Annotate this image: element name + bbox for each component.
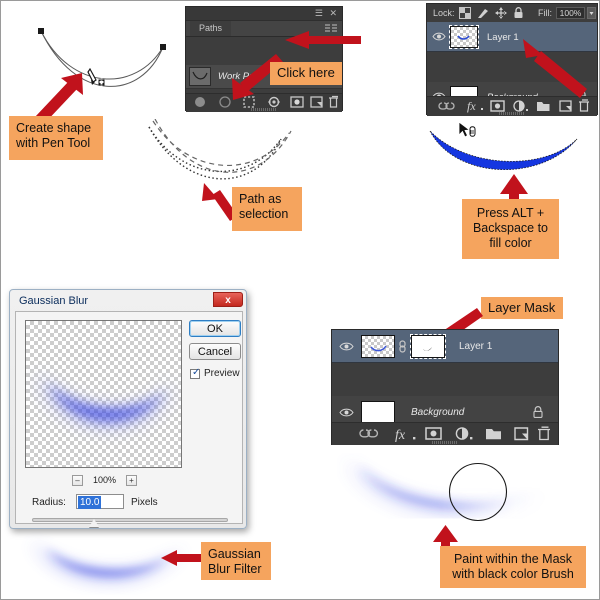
dialog-body: – 100% + Radius: 10.0 Pixels OK Cancel ✓… — [15, 311, 243, 527]
lock-position-icon[interactable] — [495, 7, 507, 19]
path-thumbnail[interactable] — [189, 67, 211, 86]
fill-value[interactable]: 100% — [556, 7, 585, 19]
panel-resize-grip[interactable] — [251, 108, 277, 111]
close-icon[interactable]: x — [213, 292, 243, 307]
layer-thumbnail[interactable] — [361, 335, 395, 358]
zoom-level: 100% — [93, 475, 117, 485]
panel-resize-grip[interactable] — [432, 441, 458, 444]
collapse-icon[interactable]: ☰ — [315, 9, 323, 18]
layer-mask-thumbnail[interactable] — [410, 334, 446, 359]
callout-create-shape: Create shape with Pen Tool — [9, 116, 103, 160]
brush-cursor-circle-icon — [448, 462, 508, 522]
move-tool-cursor-icon — [458, 121, 476, 138]
tab-paths[interactable]: Paths — [190, 21, 232, 36]
radius-slider-thumb[interactable] — [89, 519, 99, 527]
radius-unit: Pixels — [131, 497, 158, 508]
svg-text:fx: fx — [467, 99, 476, 113]
radius-slider-track[interactable] — [32, 518, 228, 522]
lock-icon — [533, 406, 543, 418]
preview-label[interactable]: Preview — [204, 368, 240, 379]
gaussian-blur-dialog[interactable]: Gaussian Blur x – 100% + Radius: 10.0 Pi… — [9, 289, 247, 529]
blur-preview[interactable] — [25, 320, 182, 468]
zoom-in-button[interactable]: + — [126, 475, 137, 486]
callout-paint-mask: Paint within the Mask with black color B… — [440, 546, 586, 588]
lock-image-pixels-icon[interactable] — [477, 7, 490, 19]
layer-name[interactable]: Layer 1 — [487, 32, 519, 43]
dialog-title: Gaussian Blur — [19, 295, 89, 307]
zoom-out-button[interactable]: – — [72, 475, 83, 486]
callout-press-alt: Press ALT + Backspace to fill color — [462, 199, 559, 259]
close-icon[interactable]: ✕ — [329, 9, 337, 18]
eye-icon[interactable] — [432, 31, 446, 42]
layer-row-layer1[interactable]: Layer 1 — [332, 330, 558, 363]
lock-row[interactable]: Lock: Fill: 100% — [427, 4, 597, 22]
arrow-layer1 — [523, 39, 587, 98]
callout-path-as-selection: Path as selection — [232, 187, 302, 231]
layer-name[interactable]: Layer 1 — [459, 341, 492, 352]
layers-panel-bottom[interactable]: Layer 1 Background fx — [331, 329, 559, 445]
arrow-create-shape — [35, 73, 83, 125]
layer-thumbnail[interactable] — [361, 401, 395, 424]
cancel-button[interactable]: Cancel — [189, 343, 241, 360]
paths-panel-titlebar[interactable]: ☰ ✕ — [186, 7, 342, 21]
ok-button[interactable]: OK — [189, 320, 241, 337]
callout-gaussian-blur-filter: Gaussian Blur Filter — [201, 542, 271, 580]
arrow-work-path — [285, 31, 361, 49]
layers-panel-footer[interactable]: fx — [332, 422, 558, 445]
lock-label: Lock: — [433, 8, 455, 18]
preview-checkbox[interactable]: ✓ — [190, 367, 201, 379]
lock-transparent-pixels-icon[interactable] — [459, 7, 471, 19]
layer-thumbnail[interactable] — [449, 25, 479, 49]
link-mask-icon[interactable] — [398, 339, 407, 353]
radius-input[interactable]: 10.0 — [76, 494, 124, 509]
panel-resize-grip[interactable] — [499, 112, 525, 115]
arrow-gaussian-blur-filter — [161, 550, 203, 566]
eye-icon[interactable] — [339, 407, 354, 418]
check-icon: ✓ — [192, 367, 201, 378]
fill-label: Fill: — [538, 8, 552, 18]
eye-icon[interactable] — [339, 341, 354, 352]
callout-layer-mask: Layer Mask — [481, 297, 563, 319]
radius-label: Radius: — [32, 497, 66, 508]
callout-click-here: Click here — [270, 62, 342, 85]
radius-value[interactable]: 10.0 — [78, 496, 102, 509]
layer-name[interactable]: Background — [411, 407, 464, 418]
lock-all-icon[interactable] — [513, 7, 524, 19]
layers-panel-footer[interactable]: fx — [427, 96, 597, 116]
svg-text:fx: fx — [395, 428, 406, 442]
fill-dropdown-arrow-icon[interactable] — [587, 7, 596, 19]
